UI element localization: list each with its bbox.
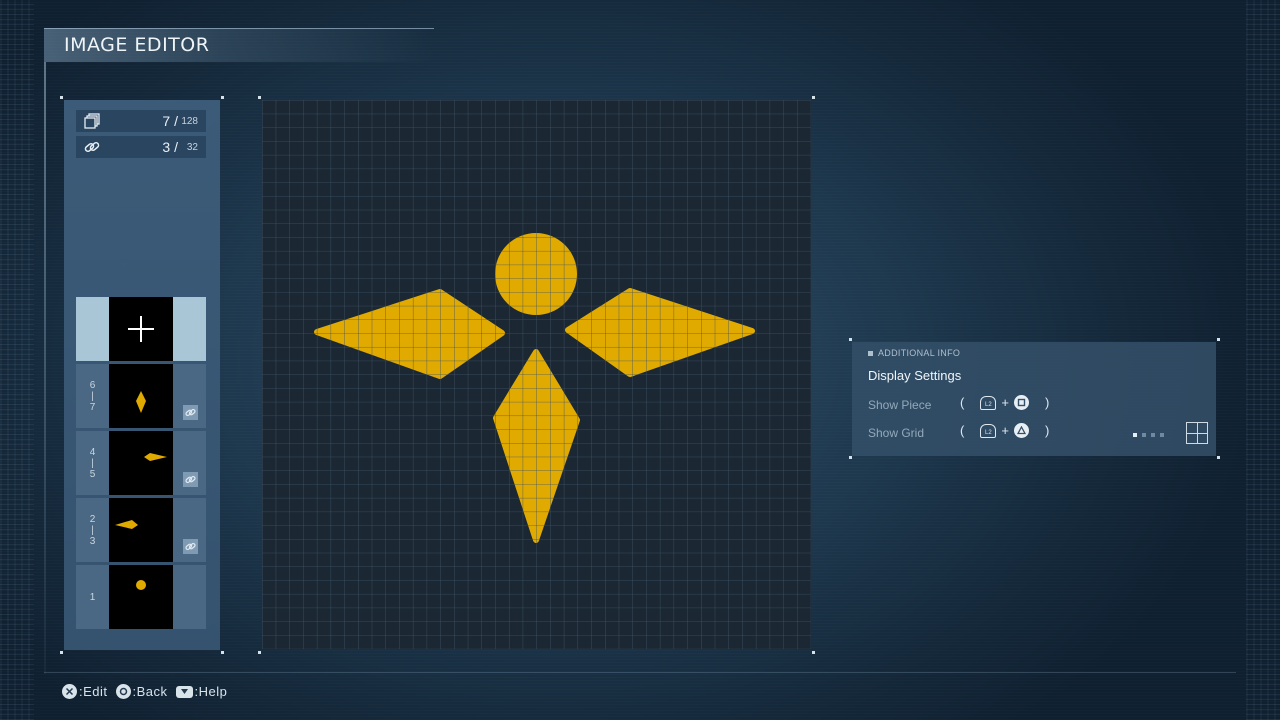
grid-level-dot: [1151, 433, 1155, 437]
diamond-vertical-shape: [136, 391, 146, 413]
l2-button-icon: L2: [980, 395, 997, 410]
help-hint[interactable]: :Help: [175, 684, 228, 699]
button-hints: :Edit :Back :Help: [62, 684, 227, 699]
grid-icon: [1186, 422, 1208, 444]
link-icon: [185, 408, 196, 417]
layer-item-2-3[interactable]: 2 | 3: [76, 498, 206, 562]
link-icon: [185, 542, 196, 551]
link-count: 3 /: [162, 139, 178, 155]
linked-badge: [183, 405, 198, 420]
show-piece-setting[interactable]: Show Piece ( L2 + ): [868, 394, 1208, 416]
layer-number: 2 | 3: [89, 513, 96, 547]
layer-thumbnail: [109, 431, 173, 495]
piece-count: 7 /: [162, 113, 178, 129]
add-layer-thumbnail: [109, 297, 173, 361]
layer-item-1[interactable]: 1: [76, 565, 206, 629]
circle-button-icon: [115, 684, 131, 699]
help-hint-label: :Help: [194, 684, 228, 699]
show-grid-label: Show Grid: [868, 426, 925, 440]
show-piece-label: Show Piece: [868, 398, 932, 412]
show-piece-combo: ( L2 + ): [960, 395, 1050, 410]
corner-marker: [60, 651, 63, 654]
edit-hint[interactable]: :Edit: [62, 684, 108, 699]
layer-number: 6 | 7: [89, 379, 96, 413]
canvas-grid: [262, 100, 811, 649]
square-bullet-icon: [868, 350, 873, 356]
add-layer-slot[interactable]: [76, 297, 206, 361]
layers-icon: [84, 113, 100, 129]
square-button-icon: [1013, 395, 1029, 410]
grid-level-dot: [1142, 433, 1146, 437]
link-icon: [84, 141, 100, 153]
diamond-right-shape: [144, 453, 167, 461]
link-counter: 3 / 32: [76, 136, 206, 158]
circle-shape: [136, 580, 146, 590]
page-title: IMAGE EDITOR: [64, 34, 210, 56]
corner-marker: [221, 651, 224, 654]
editor-canvas[interactable]: [262, 100, 811, 649]
grid-level-indicator: [1133, 433, 1164, 437]
info-title: Display Settings: [868, 368, 962, 383]
frame-line: [44, 62, 46, 674]
back-hint-label: :Back: [132, 684, 168, 699]
back-hint[interactable]: :Back: [115, 684, 168, 699]
info-header: ADDITIONAL INFO: [868, 348, 960, 358]
triangle-button-icon: [1013, 423, 1029, 438]
footer-divider: [44, 672, 1236, 673]
corner-marker: [258, 651, 261, 654]
edit-hint-label: :Edit: [79, 684, 108, 699]
grid-level-dot: [1133, 433, 1137, 437]
corner-marker: [258, 96, 261, 99]
layer-number: 4 | 5: [89, 446, 96, 480]
diamond-left-shape: [115, 520, 138, 529]
layer-thumbnail: [109, 498, 173, 562]
additional-info-panel: ADDITIONAL INFO Display Settings Show Pi…: [852, 342, 1216, 456]
corner-marker: [60, 96, 63, 99]
title-bar: IMAGE EDITOR: [44, 28, 434, 62]
link-icon: [185, 475, 196, 484]
plus-icon: [128, 316, 154, 342]
corner-marker: [221, 96, 224, 99]
piece-counter: 7 / 128: [76, 110, 206, 132]
cross-button-icon: [62, 684, 77, 699]
linked-badge: [183, 472, 198, 487]
right-edge-decoration: [1246, 0, 1280, 720]
info-header-label: ADDITIONAL INFO: [878, 348, 961, 358]
linked-badge: [183, 539, 198, 554]
corner-marker: [849, 456, 852, 459]
link-max: 32: [186, 142, 198, 153]
layer-thumbnail: [109, 565, 173, 629]
layer-item-6-7[interactable]: 6 | 7: [76, 364, 206, 428]
canvas-svg: [262, 100, 811, 649]
touchpad-button-icon: [175, 685, 193, 698]
show-grid-combo: ( L2 + ): [960, 423, 1050, 438]
layer-item-4-5[interactable]: 4 | 5: [76, 431, 206, 495]
corner-marker: [812, 96, 815, 99]
grid-level-dot: [1160, 433, 1164, 437]
corner-marker: [1217, 456, 1220, 459]
piece-max: 128: [181, 116, 198, 127]
layer-number: 1: [89, 591, 96, 603]
l2-button-icon: L2: [980, 423, 997, 438]
show-grid-setting[interactable]: Show Grid ( L2 + ): [868, 422, 1208, 444]
corner-marker: [1217, 338, 1220, 341]
left-edge-decoration: [0, 0, 34, 720]
corner-marker: [849, 338, 852, 341]
corner-marker: [812, 651, 815, 654]
layer-thumbnail: [109, 364, 173, 428]
layer-panel: 7 / 128 3 / 32 6 | 7 4 | 5 2 | 3 1: [64, 100, 220, 650]
